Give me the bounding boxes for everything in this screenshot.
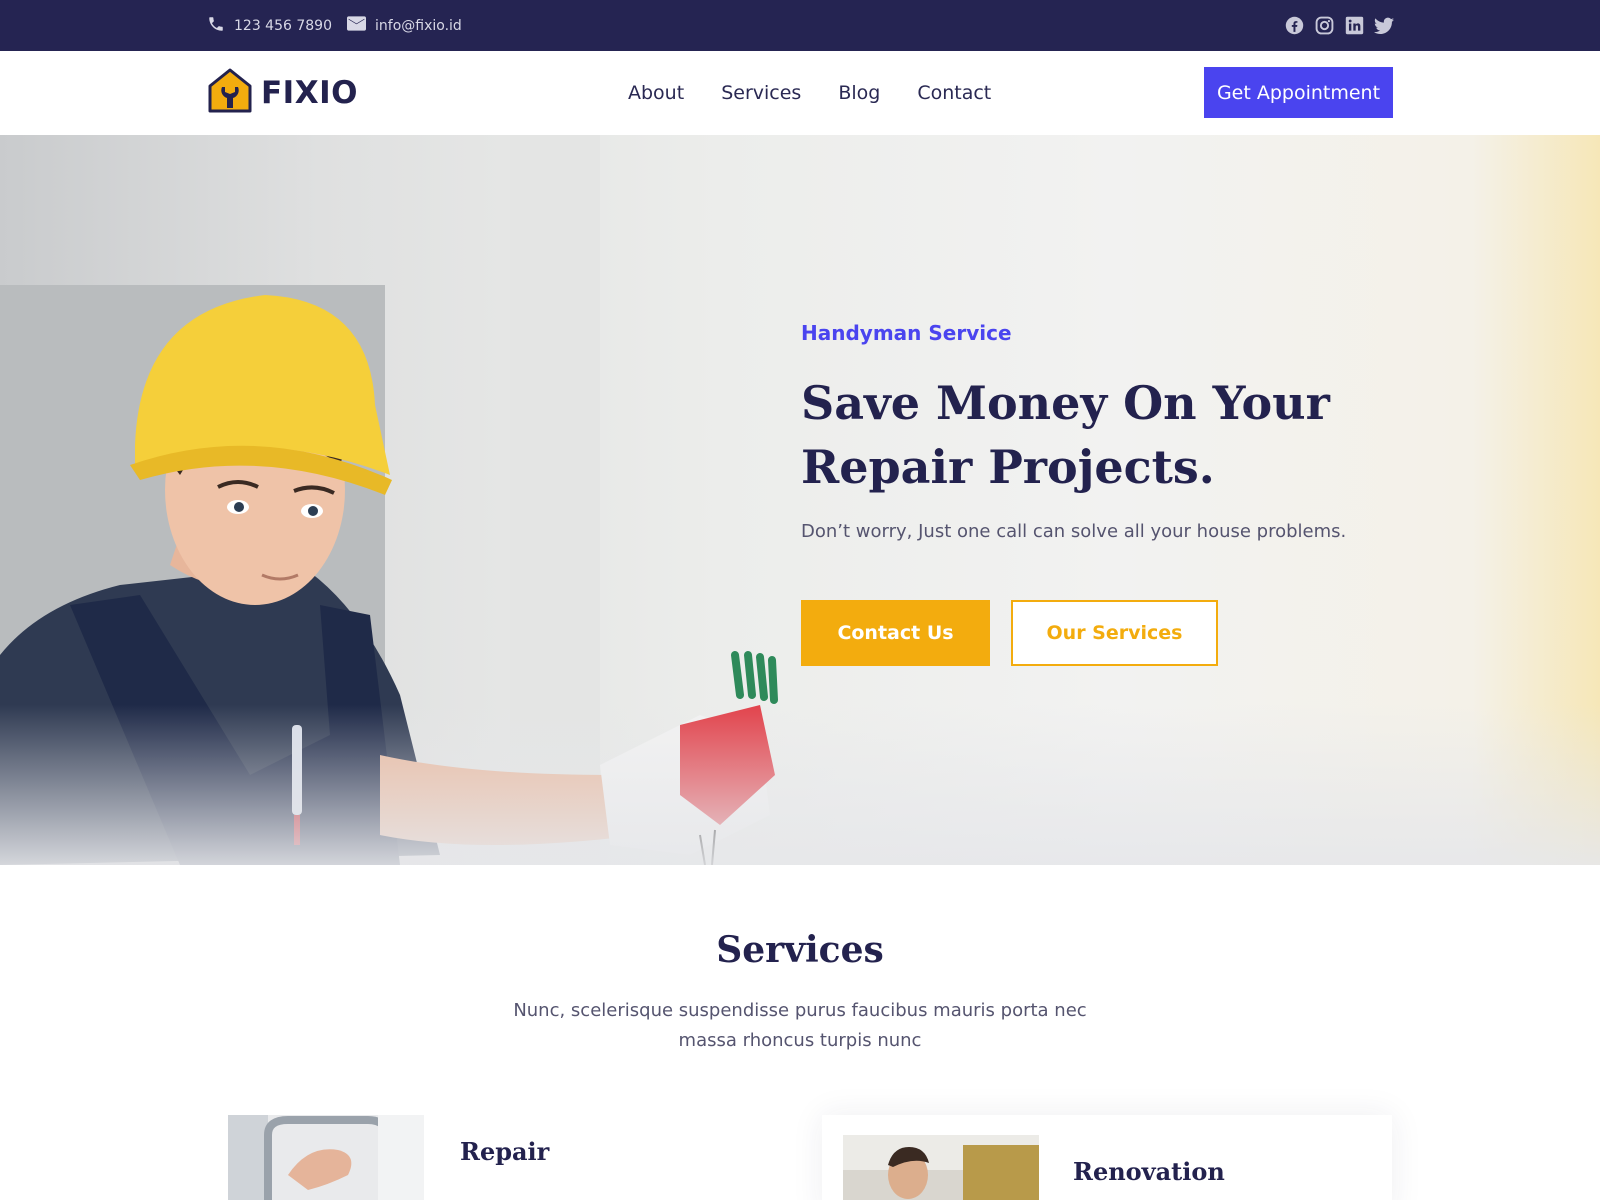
get-appointment-button[interactable]: Get Appointment — [1204, 67, 1393, 118]
hero-headline-line1: Save Money On Your — [801, 376, 1330, 430]
phone-icon — [207, 15, 234, 37]
repair-image — [228, 1115, 424, 1200]
linkedin-icon[interactable] — [1344, 16, 1364, 36]
wrench-house-icon — [207, 67, 253, 119]
nav-link-about[interactable]: About — [628, 82, 684, 104]
brand-name: FIXIO — [261, 75, 358, 111]
twitter-icon[interactable] — [1374, 16, 1394, 36]
email-contact[interactable]: info@fixio.id — [347, 0, 462, 51]
facebook-icon[interactable] — [1284, 16, 1304, 36]
email-address: info@fixio.id — [375, 17, 462, 34]
hero-content: Handyman Service Save Money On Your Repa… — [801, 321, 1361, 666]
services-description-line2: massa rhoncus turpis nunc — [678, 1030, 922, 1051]
hero-eyebrow: Handyman Service — [801, 321, 1012, 345]
service-card-title: Repair — [460, 1137, 550, 1166]
fixio-logo[interactable]: FIXIO — [207, 67, 358, 119]
services-description: Nunc, scelerisque suspendisse purus fauc… — [500, 996, 1100, 1056]
hero-section: Handyman Service Save Money On Your Repa… — [0, 135, 1600, 865]
mail-icon — [347, 16, 375, 35]
contact-us-button[interactable]: Contact Us — [801, 600, 990, 666]
hero-headline: Save Money On Your Repair Projects. — [801, 371, 1361, 499]
nav-link-blog[interactable]: Blog — [838, 82, 880, 104]
our-services-button[interactable]: Our Services — [1011, 600, 1218, 666]
services-section: Services Nunc, scelerisque suspendisse p… — [0, 865, 1600, 1200]
phone-contact[interactable]: 123 456 7890 — [207, 0, 332, 51]
main-navbar: FIXIO About Services Blog Contact Get Ap… — [0, 51, 1600, 135]
nav-menu: About Services Blog Contact — [628, 51, 1028, 135]
nav-link-contact[interactable]: Contact — [917, 82, 991, 104]
service-card-repair[interactable]: Repair — [228, 1115, 768, 1200]
hero-headline-line2: Repair Projects. — [801, 440, 1215, 494]
instagram-icon[interactable] — [1314, 16, 1334, 36]
services-title: Services — [716, 929, 884, 971]
hero-buttons: Contact Us Our Services — [801, 600, 1361, 666]
nav-link-services[interactable]: Services — [721, 82, 801, 104]
services-description-line1: Nunc, scelerisque suspendisse purus fauc… — [513, 1000, 1087, 1021]
hero-subtext: Don’t worry, Just one call can solve all… — [801, 521, 1347, 542]
service-card-renovation[interactable]: Renovation — [822, 1115, 1392, 1200]
top-bar: 123 456 7890 info@fixio.id — [0, 0, 1600, 51]
renovation-image — [843, 1135, 1039, 1200]
social-links — [1284, 0, 1394, 51]
service-card-title: Renovation — [1073, 1157, 1225, 1186]
phone-number: 123 456 7890 — [234, 17, 332, 34]
